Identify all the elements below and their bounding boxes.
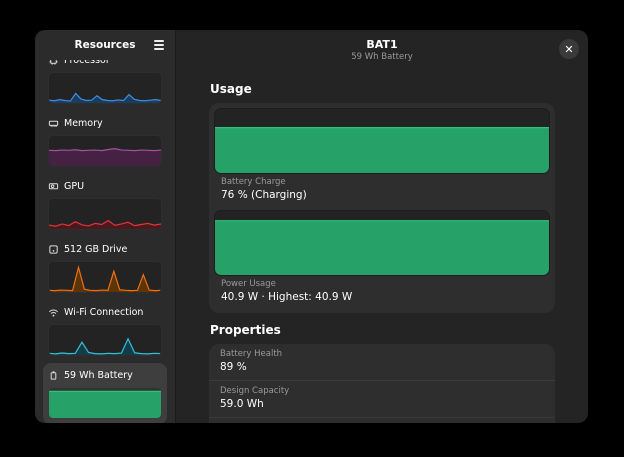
properties-card: Battery Health 89 % Design Capacity 59.0… bbox=[209, 344, 555, 423]
sidebar: Resources Processor Memory bbox=[35, 30, 176, 423]
battery-sparkline bbox=[48, 387, 162, 419]
sidebar-device-list: Processor Memory GPU bbox=[35, 60, 175, 423]
drive-sparkline bbox=[48, 261, 162, 293]
resources-app-window: Resources Processor Memory bbox=[35, 30, 588, 423]
memory-icon bbox=[48, 118, 59, 129]
property-label: Battery Health bbox=[220, 349, 544, 359]
battery-charge-chart bbox=[214, 108, 550, 174]
property-row-battery-health: Battery Health 89 % bbox=[209, 344, 555, 381]
power-usage-chart bbox=[214, 210, 550, 276]
sidebar-item-gpu[interactable]: GPU bbox=[43, 174, 167, 235]
property-value: 59.0 Wh bbox=[220, 398, 544, 411]
battery-charge-value: 76 % (Charging) bbox=[221, 189, 543, 202]
battery-charge-row: Battery Charge 76 % (Charging) bbox=[214, 108, 550, 207]
hamburger-menu-icon[interactable] bbox=[151, 38, 166, 52]
wifi-icon bbox=[48, 307, 59, 318]
property-label: Design Capacity bbox=[220, 386, 544, 396]
processor-sparkline bbox=[48, 72, 162, 104]
gpu-sparkline bbox=[48, 198, 162, 230]
sidebar-item-label: Memory bbox=[64, 118, 103, 129]
sidebar-item-label: Wi-Fi Connection bbox=[64, 307, 143, 318]
panel-subtitle: 59 Wh Battery bbox=[351, 52, 412, 62]
sidebar-header: Resources bbox=[35, 30, 175, 60]
sidebar-item-label: GPU bbox=[64, 181, 84, 192]
sidebar-item-battery[interactable]: 59 Wh Battery bbox=[43, 363, 167, 423]
memory-sparkline bbox=[48, 135, 162, 167]
property-row-charge-cycles: Charge Cycles bbox=[209, 418, 555, 423]
wifi-sparkline bbox=[48, 324, 162, 356]
usage-heading: Usage bbox=[210, 82, 555, 96]
sidebar-item-label: Processor bbox=[64, 60, 110, 66]
sidebar-item-wifi[interactable]: Wi-Fi Connection bbox=[43, 300, 167, 361]
panel-title: BAT1 bbox=[366, 38, 397, 51]
power-usage-value: 40.9 W · Highest: 40.9 W bbox=[221, 291, 543, 304]
sidebar-item-label: 512 GB Drive bbox=[64, 244, 127, 255]
sidebar-item-memory[interactable]: Memory bbox=[43, 111, 167, 172]
sidebar-item-drive[interactable]: 512 GB Drive bbox=[43, 237, 167, 298]
power-usage-row: Power Usage 40.9 W · Highest: 40.9 W bbox=[214, 210, 550, 309]
battery-charge-label: Battery Charge bbox=[221, 177, 543, 187]
power-usage-label: Power Usage bbox=[221, 279, 543, 289]
properties-heading: Properties bbox=[210, 323, 555, 337]
battery-detail-panel: BAT1 59 Wh Battery ✕ Usage Battery Charg… bbox=[176, 30, 588, 423]
sidebar-item-processor[interactable]: Processor bbox=[43, 60, 167, 109]
drive-icon bbox=[48, 244, 59, 255]
usage-card: Battery Charge 76 % (Charging) Power Usa… bbox=[209, 103, 555, 313]
battery-icon bbox=[48, 370, 59, 381]
sidebar-title: Resources bbox=[75, 39, 136, 51]
panel-content: Usage Battery Charge 76 % (Charging) Pow… bbox=[176, 70, 588, 423]
sidebar-item-label: 59 Wh Battery bbox=[64, 370, 133, 381]
close-icon[interactable]: ✕ bbox=[559, 39, 579, 59]
processor-icon bbox=[48, 60, 59, 66]
property-value: 89 % bbox=[220, 361, 544, 374]
gpu-icon bbox=[48, 181, 59, 192]
property-row-design-capacity: Design Capacity 59.0 Wh bbox=[209, 381, 555, 418]
panel-header: BAT1 59 Wh Battery ✕ bbox=[176, 30, 588, 70]
